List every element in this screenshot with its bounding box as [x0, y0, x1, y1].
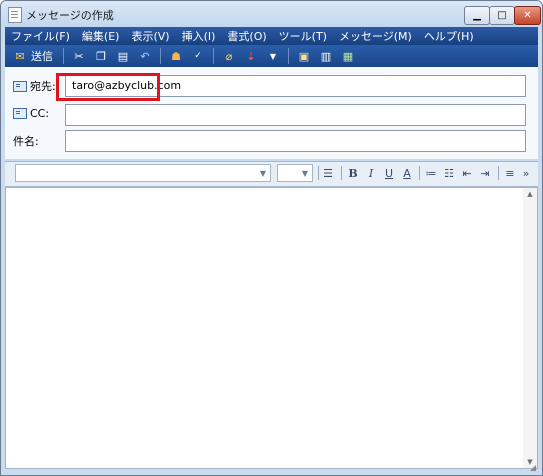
bold-icon[interactable]: B	[345, 165, 361, 181]
resize-grip-icon[interactable]: ◢	[530, 463, 540, 473]
increase-indent-icon[interactable]: ⇥	[477, 165, 493, 181]
italic-icon[interactable]: I	[363, 165, 379, 181]
dropdown-icon[interactable]: ▼	[265, 48, 281, 64]
spellcheck-icon[interactable]: ✓	[190, 48, 206, 64]
encrypt-icon[interactable]: ▥	[318, 48, 334, 64]
document-icon	[8, 7, 22, 23]
format-separator	[419, 166, 420, 180]
address-book-icon[interactable]: ☗	[168, 48, 184, 64]
close-icon: ✕	[523, 10, 532, 21]
menu-message[interactable]: メッセージ(M)	[333, 28, 418, 44]
font-size-select[interactable]: ▼	[277, 164, 313, 182]
decrease-indent-icon[interactable]: ⇤	[459, 165, 475, 181]
attach-icon[interactable]: ⌀	[221, 48, 237, 64]
toolbar-separator	[288, 48, 289, 64]
toolbar: ✉ 送信 ✂ ❐ ▤ ↶ ☗ ✓ ⌀ ⇣ ▼ ▣ ▥ ▦	[5, 45, 538, 67]
maximize-button[interactable]: □	[489, 6, 515, 25]
format-separator	[318, 166, 319, 180]
cut-icon[interactable]: ✂	[71, 48, 87, 64]
menu-file[interactable]: ファイル(F)	[5, 28, 76, 44]
to-label-group[interactable]: 宛先:	[13, 78, 56, 94]
undo-icon[interactable]: ↶	[137, 48, 153, 64]
minimize-button[interactable]: ▁	[464, 6, 490, 25]
align-icon[interactable]: ≡	[502, 165, 518, 181]
to-label: 宛先:	[30, 80, 56, 93]
window-title: メッセージの作成	[26, 9, 114, 22]
cc-label: CC:	[30, 107, 50, 120]
title-bar: メッセージの作成 ▁ □ ✕	[1, 1, 542, 27]
menu-help[interactable]: ヘルプ(H)	[418, 28, 480, 44]
paragraph-style-icon[interactable]: ☰	[320, 165, 336, 181]
minimize-icon: ▁	[473, 10, 481, 21]
maximize-icon: □	[497, 10, 507, 21]
subject-field[interactable]	[65, 130, 526, 152]
chevron-down-icon: ▼	[301, 168, 309, 178]
menu-insert[interactable]: 挿入(I)	[176, 28, 222, 44]
toolbar-separator	[63, 48, 64, 64]
priority-icon[interactable]: ⇣	[243, 48, 259, 64]
menu-view[interactable]: 表示(V)	[125, 28, 175, 44]
send-button[interactable]: ✉ 送信	[5, 48, 59, 64]
format-separator	[341, 166, 342, 180]
send-label: 送信	[31, 50, 53, 63]
vertical-scrollbar[interactable]: ▲ ▼	[523, 188, 537, 468]
address-card-icon	[13, 108, 27, 119]
toolbar-separator	[213, 48, 214, 64]
font-select[interactable]: ▼	[15, 164, 271, 182]
format-separator	[498, 166, 499, 180]
menu-bar: ファイル(F) 編集(E) 表示(V) 挿入(I) 書式(O) ツール(T) メ…	[5, 27, 538, 45]
format-bar: ▼ ▼ ☰ B I U A ≔ ☷ ⇤ ⇥ ≡ »	[5, 161, 538, 187]
address-card-icon	[13, 80, 27, 92]
chevron-down-icon: ▼	[259, 168, 267, 178]
to-field-highlight-box	[56, 73, 160, 101]
bulleted-list-icon[interactable]: ☷	[441, 165, 457, 181]
more-icon[interactable]: »	[518, 165, 534, 181]
menu-edit[interactable]: 編集(E)	[76, 28, 126, 44]
send-icon: ✉	[15, 49, 25, 63]
sign-icon[interactable]: ▣	[296, 48, 312, 64]
paste-icon[interactable]: ▤	[115, 48, 131, 64]
menu-format[interactable]: 書式(O)	[221, 28, 272, 44]
copy-icon[interactable]: ❐	[93, 48, 109, 64]
compose-window: メッセージの作成 ▁ □ ✕ ファイル(F) 編集(E) 表示(V) 挿入(I)…	[0, 0, 543, 476]
toolbar-separator	[160, 48, 161, 64]
scroll-up-icon[interactable]: ▲	[523, 188, 537, 200]
cc-label-group[interactable]: CC:	[13, 107, 49, 120]
cc-field[interactable]	[65, 104, 526, 126]
font-color-icon[interactable]: A	[399, 165, 415, 181]
subject-label: 件名:	[13, 135, 39, 148]
offline-icon[interactable]: ▦	[340, 48, 356, 64]
menu-tools[interactable]: ツール(T)	[273, 28, 333, 44]
underline-icon[interactable]: U	[381, 165, 397, 181]
close-button[interactable]: ✕	[514, 6, 541, 25]
numbered-list-icon[interactable]: ≔	[423, 165, 439, 181]
message-body[interactable]: ▲ ▼	[5, 187, 538, 469]
